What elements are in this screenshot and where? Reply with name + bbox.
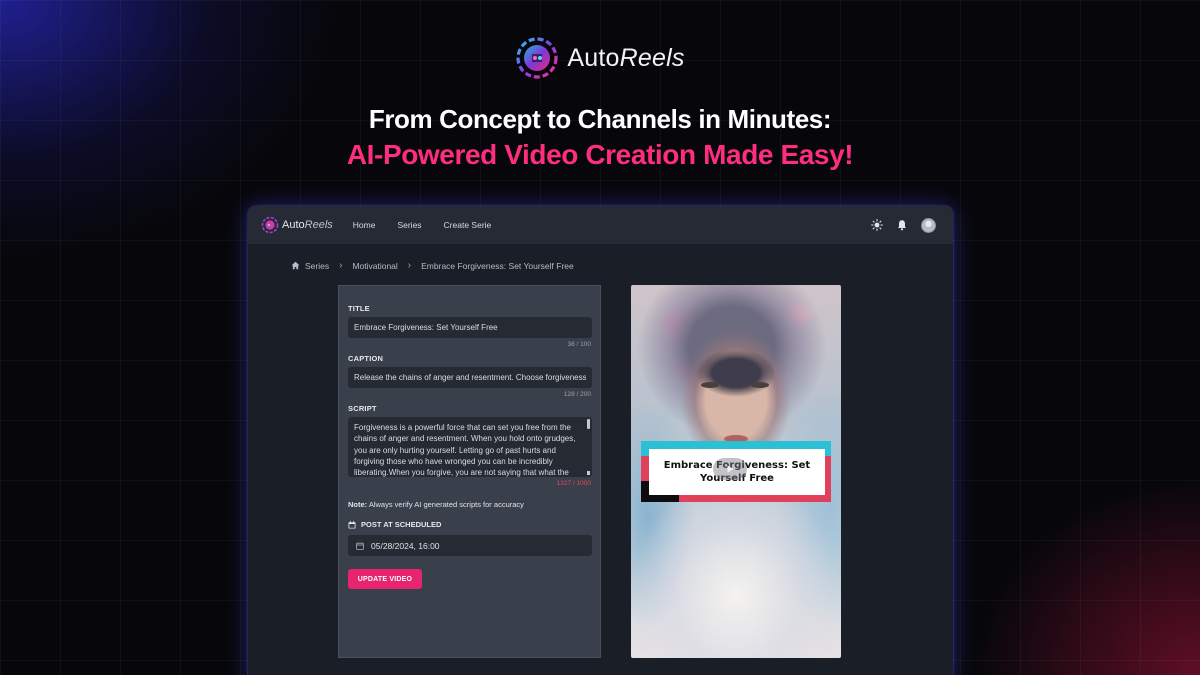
brand-header: AutoReels [0,36,1200,80]
script-counter: 1327 / 1000 [556,480,591,487]
autoreels-logo-icon [261,216,279,234]
note-prefix: Note: [348,500,368,509]
app-navbar: AutoReels Home Series Create Serie [248,206,953,244]
caption-label: CAPTION [348,354,384,363]
nav-link-series[interactable]: Series [397,220,421,230]
scrollbar-thumb[interactable] [587,419,590,429]
title-label: TITLE [348,304,370,313]
title-counter: 38 / 100 [567,341,592,348]
calendar-icon [356,542,364,550]
autoreels-logo-icon [516,37,559,79]
nav-logo[interactable]: AutoReels [261,216,333,234]
schedule-label: POST AT SCHEDULED [348,520,441,529]
nav-link-create-serie[interactable]: Create Serie [444,220,492,230]
home-icon[interactable] [291,261,300,270]
schedule-datetime-input[interactable]: 05/28/2024, 16:00 [348,535,592,556]
script-textarea[interactable]: Forgiveness is a powerful force that can… [348,417,592,477]
breadcrumb-series[interactable]: Series [305,261,329,271]
avatar[interactable] [921,217,936,233]
chevron-right-icon: › [339,260,343,271]
app-window: AutoReels Home Series Create Serie Serie… [248,206,953,675]
schedule-datetime-value: 05/28/2024, 16:00 [371,540,440,551]
breadcrumb: Series › Motivational › Embrace Forgiven… [291,260,574,271]
play-button[interactable] [713,458,747,480]
nav-logo-text: AutoReels [282,219,333,231]
note-text: Always verify AI generated scripts for a… [367,500,524,509]
video-preview[interactable]: Embrace Forgiveness: Set Yourself Free [631,285,841,658]
script-scrollbar[interactable] [587,419,590,475]
breadcrumb-motivational[interactable]: Motivational [352,261,397,271]
calendar-icon [348,520,356,528]
nav-links: Home Series Create Serie [353,220,492,230]
portrait-eye [701,382,719,388]
caption-input[interactable] [348,367,592,388]
portrait-eye [751,382,769,388]
sun-icon[interactable] [871,219,883,231]
video-form: TITLE 38 / 100 CAPTION 128 / 200 SCRIPT … [338,285,601,658]
ai-note: Note: Always verify AI generated scripts… [348,500,524,509]
script-label: SCRIPT [348,404,377,413]
breadcrumb-current: Embrace Forgiveness: Set Yourself Free [421,260,574,271]
schedule-label-text: POST AT SCHEDULED [361,520,442,529]
update-video-button[interactable]: UPDATE VIDEO [348,569,422,589]
caption-counter: 128 / 200 [563,391,591,398]
chevron-right-icon: › [407,260,412,271]
bell-icon[interactable] [896,219,908,231]
play-icon [727,465,734,473]
scrollbar-end [587,471,590,475]
nav-link-home[interactable]: Home [353,220,376,230]
hero-subheadline: AI-Powered Video Creation Made Easy! [346,139,854,170]
brand-name: AutoReels [567,43,685,72]
nav-actions [871,217,936,233]
title-input[interactable] [348,317,592,338]
hero-headline: From Concept to Channels in Minutes: [368,104,832,134]
